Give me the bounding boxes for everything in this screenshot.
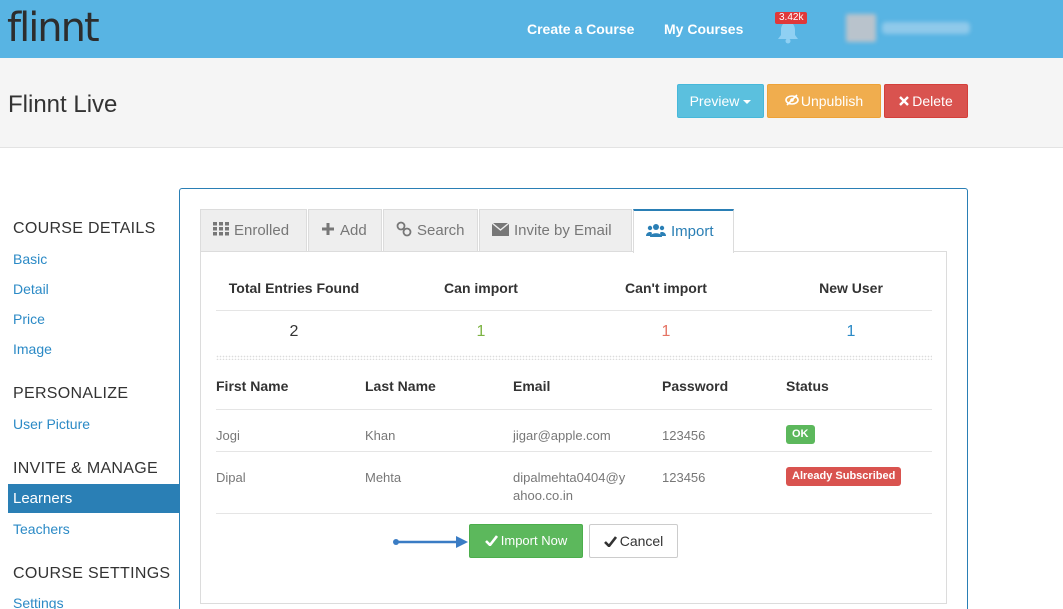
sidebar-item-user-picture[interactable]: User Picture	[13, 415, 90, 433]
sidebar-item-learners[interactable]: Learners	[8, 484, 179, 513]
tab-import[interactable]: Import	[633, 209, 734, 253]
table-header-divider	[216, 409, 932, 410]
times-icon	[899, 96, 910, 107]
cell-password: 123456	[662, 428, 706, 443]
unpublish-button[interactable]: Unpublish	[767, 84, 881, 118]
section-separator	[216, 355, 932, 360]
nav-create-course[interactable]: Create a Course	[527, 20, 634, 38]
sidebar-item-label: Learners	[13, 490, 73, 507]
sidebar-item-settings[interactable]: Settings	[13, 594, 64, 609]
summary-divider	[216, 310, 932, 311]
column-header-status: Status	[786, 378, 829, 394]
preview-button[interactable]: Preview	[677, 84, 764, 118]
sidebar-heading-invite-manage: INVITE & MANAGE	[13, 460, 158, 477]
column-header-first-name: First Name	[216, 378, 289, 394]
delete-button[interactable]: Delete	[884, 84, 968, 118]
check-icon	[603, 535, 617, 548]
summary-value-total: 2	[289, 323, 299, 340]
envelope-icon	[491, 221, 510, 236]
summary-header-total: Total Entries Found	[228, 280, 360, 296]
column-header-last-name: Last Name	[365, 378, 436, 394]
cell-last-name: Mehta	[365, 470, 402, 485]
cell-first-name: Jogi	[216, 428, 240, 443]
status-badge: OK	[786, 425, 815, 444]
grid-icon	[213, 222, 229, 236]
cell-email: jigar@apple.com	[513, 428, 611, 443]
cell-email: dipalmehta0404@y	[513, 470, 626, 485]
tab-add[interactable]: Add	[308, 209, 382, 252]
row-divider	[216, 513, 932, 514]
cell-password: 123456	[662, 470, 706, 485]
import-now-button[interactable]: Import Now	[469, 524, 583, 558]
summary-header-new-user: New User	[819, 280, 883, 296]
status-badge: Already Subscribed	[786, 467, 902, 486]
caret-down-icon	[743, 100, 752, 105]
tab-invite-by-email[interactable]: Invite by Email	[479, 209, 632, 252]
summary-header-can-import: Can import	[444, 280, 518, 296]
link-icon	[396, 221, 412, 237]
tab-enrolled[interactable]: Enrolled	[200, 209, 307, 252]
notification-badge[interactable]: 3.42k	[775, 12, 808, 24]
summary-header-cant-import: Can't import	[625, 280, 707, 296]
users-icon	[646, 224, 666, 238]
page-title: Flinnt Live	[8, 91, 118, 118]
sidebar-heading-course-settings: COURSE SETTINGS	[13, 565, 171, 582]
flinnt-logo[interactable]: flinnt	[7, 4, 100, 52]
user-name-blurred[interactable]	[882, 22, 970, 34]
sidebar-heading-personalize: PERSONALIZE	[13, 385, 129, 402]
cancel-button[interactable]: Cancel	[589, 524, 678, 558]
summary-value-can-import: 1	[476, 323, 486, 340]
column-header-password: Password	[662, 378, 729, 394]
summary-value-new-user: 1	[846, 323, 856, 340]
check-icon	[484, 535, 498, 548]
sidebar-item-price[interactable]: Price	[13, 310, 45, 328]
sidebar-item-teachers[interactable]: Teachers	[13, 520, 70, 538]
column-header-email: Email	[513, 378, 551, 394]
sidebar-item-image[interactable]: Image	[13, 340, 52, 358]
summary-value-cant-import: 1	[661, 323, 671, 340]
sidebar-heading-course-details: COURSE DETAILS	[13, 220, 156, 237]
cell-first-name: Dipal	[216, 470, 246, 485]
nav-my-courses[interactable]: My Courses	[664, 20, 743, 38]
user-avatar[interactable]	[846, 14, 876, 42]
cell-last-name: Khan	[365, 428, 396, 443]
eye-slash-icon	[785, 94, 799, 106]
pointer-arrow-icon	[393, 536, 468, 548]
tab-search[interactable]: Search	[383, 209, 478, 252]
plus-icon	[322, 223, 334, 236]
cell-email-wrap: ahoo.co.in	[513, 488, 573, 503]
sidebar-item-basic[interactable]: Basic	[13, 250, 47, 268]
row-divider	[216, 451, 932, 452]
sidebar-item-detail[interactable]: Detail	[13, 280, 49, 298]
